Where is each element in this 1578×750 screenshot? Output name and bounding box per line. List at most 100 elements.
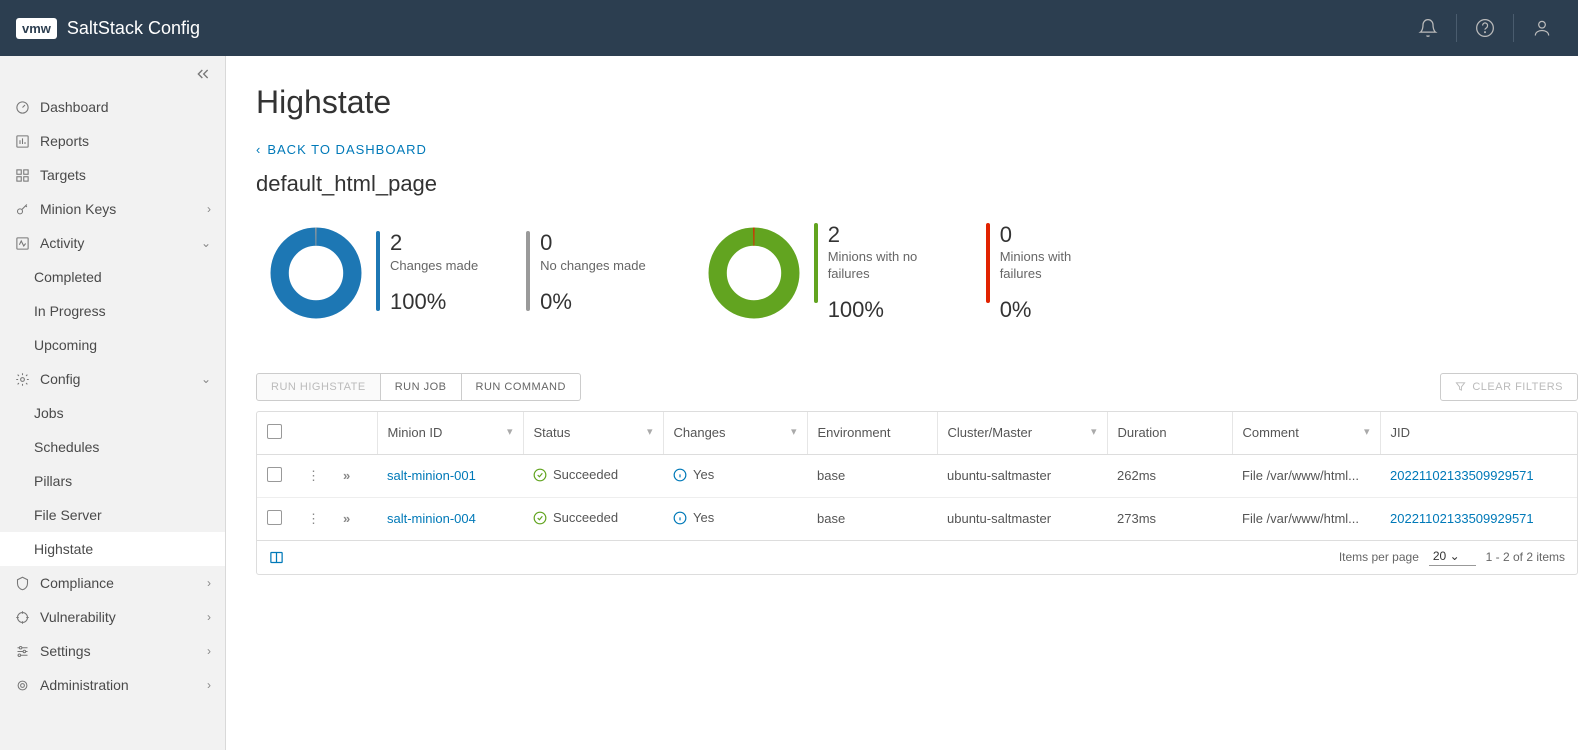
run-job-button[interactable]: RUN JOB	[381, 373, 462, 401]
row-checkbox[interactable]	[257, 454, 297, 497]
column-header[interactable]: Status▾	[523, 412, 663, 455]
stat-label: No changes made	[540, 258, 646, 275]
sidebar-item-label: Highstate	[34, 541, 211, 557]
sidebar-item-vulnerability[interactable]: Vulnerability ›	[0, 600, 225, 634]
sidebar-item-schedules[interactable]: Schedules	[0, 430, 225, 464]
sidebar-item-label: File Server	[34, 507, 211, 523]
clear-filters-button[interactable]: CLEAR FILTERS	[1440, 373, 1578, 401]
back-to-dashboard-link[interactable]: ‹ BACK TO DASHBOARD	[256, 142, 427, 157]
app-title: SaltStack Config	[67, 18, 1408, 39]
sidebar-item-label: Schedules	[34, 439, 211, 455]
help-icon[interactable]	[1465, 8, 1505, 48]
sidebar-item-targets[interactable]: Targets	[0, 158, 225, 192]
column-header[interactable]: Minion ID▾	[377, 412, 523, 455]
filter-icon[interactable]: ▾	[791, 425, 797, 438]
sidebar-item-file-server[interactable]: File Server	[0, 498, 225, 532]
sidebar-item-activity[interactable]: Activity ⌄	[0, 226, 225, 260]
chevron-right-icon: ›	[207, 576, 211, 590]
sidebar-item-compliance[interactable]: Compliance ›	[0, 566, 225, 600]
stat-label: Changes made	[390, 258, 478, 275]
main-content: Highstate ‹ BACK TO DASHBOARD default_ht…	[226, 56, 1578, 750]
items-per-page-label: Items per page	[1339, 550, 1419, 564]
column-header[interactable]: Cluster/Master▾	[937, 412, 1107, 455]
comment-cell: File /var/www/html...	[1232, 454, 1380, 497]
chevron-down-icon: ⌄	[201, 236, 211, 250]
stat-count: 0	[1000, 223, 1110, 247]
sidebar-item-reports[interactable]: Reports	[0, 124, 225, 158]
bar-chart-icon	[14, 133, 30, 149]
sidebar-item-jobs[interactable]: Jobs	[0, 396, 225, 430]
sidebar-item-administration[interactable]: Administration ›	[0, 668, 225, 702]
sidebar-item-label: Minion Keys	[40, 201, 207, 217]
stat-count: 2	[390, 231, 478, 255]
sidebar-item-settings[interactable]: Settings ›	[0, 634, 225, 668]
master-cell: ubuntu-saltmaster	[937, 454, 1107, 497]
stat-pct: 0%	[1000, 297, 1110, 323]
sidebar-item-in-progress[interactable]: In Progress	[0, 294, 225, 328]
jid-link[interactable]: 20221102133509929571	[1380, 497, 1577, 540]
sidebar-item-pillars[interactable]: Pillars	[0, 464, 225, 498]
sidebar-item-upcoming[interactable]: Upcoming	[0, 328, 225, 362]
activity-icon	[14, 235, 30, 251]
sidebar-collapse-icon[interactable]	[0, 56, 225, 90]
column-header[interactable]: JID	[1380, 412, 1577, 455]
stat-pct: 100%	[390, 289, 478, 315]
chevron-right-icon: ›	[207, 678, 211, 692]
row-expand-icon[interactable]: »	[343, 511, 350, 526]
column-header[interactable]: Duration	[1107, 412, 1232, 455]
row-checkbox[interactable]	[257, 497, 297, 540]
gauge-icon	[14, 99, 30, 115]
row-actions-icon[interactable]: ⋮	[307, 511, 320, 526]
sidebar-item-label: Compliance	[40, 575, 207, 591]
clear-filters-label: CLEAR FILTERS	[1472, 381, 1563, 393]
minion-id-link[interactable]: salt-minion-001	[377, 454, 523, 497]
page-title: Highstate	[256, 84, 1578, 121]
sidebar-item-completed[interactable]: Completed	[0, 260, 225, 294]
filter-icon[interactable]: ▾	[507, 425, 513, 438]
filter-icon	[1455, 381, 1466, 392]
sidebar-item-minion-keys[interactable]: Minion Keys ›	[0, 192, 225, 226]
select-all-checkbox[interactable]	[257, 412, 297, 455]
run-command-button[interactable]: RUN COMMAND	[462, 373, 581, 401]
bell-icon[interactable]	[1408, 8, 1448, 48]
sidebar-item-dashboard[interactable]: Dashboard	[0, 90, 225, 124]
sidebar-item-config[interactable]: Config ⌄	[0, 362, 225, 396]
stat-label: Minions with no failures	[828, 249, 938, 283]
sidebar-item-label: Upcoming	[34, 337, 211, 353]
gear-icon	[14, 677, 30, 693]
stat-pct: 100%	[828, 297, 938, 323]
row-expand-icon[interactable]: »	[343, 468, 350, 483]
chevron-left-icon: ‹	[256, 142, 261, 157]
results-table: Minion ID▾ Status▾ Changes▾ Environment …	[256, 411, 1578, 575]
duration-cell: 262ms	[1107, 454, 1232, 497]
column-header[interactable]: Comment▾	[1232, 412, 1380, 455]
column-header[interactable]: Environment	[807, 412, 937, 455]
column-header[interactable]: Changes▾	[663, 412, 807, 455]
shield-icon	[14, 575, 30, 591]
changes-made-stat: 2 Changes made 100%	[376, 231, 526, 314]
row-actions-icon[interactable]: ⋮	[307, 468, 320, 483]
minion-id-link[interactable]: salt-minion-004	[377, 497, 523, 540]
jid-link[interactable]: 20221102133509929571	[1380, 454, 1577, 497]
state-name: default_html_page	[256, 171, 1578, 197]
filter-icon[interactable]: ▾	[647, 425, 653, 438]
sidebar-item-label: Settings	[40, 643, 207, 659]
sidebar-item-label: Activity	[40, 235, 201, 251]
run-highstate-button[interactable]: RUN HIGHSTATE	[256, 373, 381, 401]
status-cell: Succeeded	[523, 454, 663, 497]
env-cell: base	[807, 497, 937, 540]
columns-toggle-icon[interactable]	[269, 550, 284, 565]
sidebar-item-label: Administration	[40, 677, 207, 693]
key-icon	[14, 201, 30, 217]
sidebar-item-highstate[interactable]: Highstate	[0, 532, 225, 566]
filter-icon[interactable]: ▾	[1364, 425, 1370, 438]
filter-icon[interactable]: ▾	[1091, 425, 1097, 438]
master-cell: ubuntu-saltmaster	[937, 497, 1107, 540]
sidebar-item-label: Config	[40, 371, 201, 387]
changes-cell: Yes	[663, 454, 807, 497]
sidebar-item-label: In Progress	[34, 303, 211, 319]
status-cell: Succeeded	[523, 497, 663, 540]
success-icon	[533, 511, 547, 525]
user-icon[interactable]	[1522, 8, 1562, 48]
items-per-page-select[interactable]: 20 ⌄	[1429, 549, 1476, 566]
